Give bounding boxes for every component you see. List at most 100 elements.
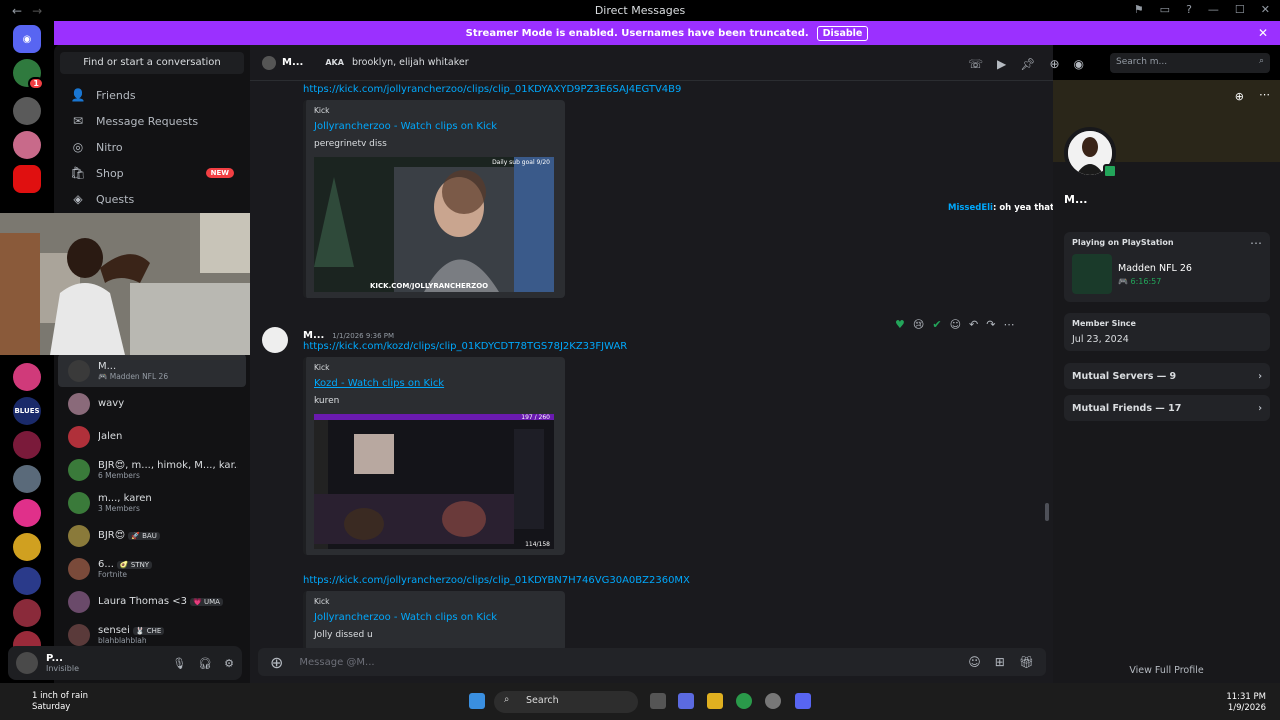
close-icon[interactable]: ✕ (1258, 26, 1268, 40)
help-icon[interactable]: ? (1186, 3, 1192, 16)
chrome-icon[interactable] (736, 693, 752, 709)
app-icon[interactable] (765, 693, 781, 709)
more-options-icon[interactable]: ⋯ (1259, 88, 1270, 101)
add-friend-icon[interactable]: ⊕ (1235, 90, 1244, 103)
close-window-icon[interactable]: ✕ (1261, 3, 1270, 16)
console-status-icon (1103, 164, 1117, 178)
forward-icon[interactable]: ↷ (986, 318, 995, 331)
user-profile-icon[interactable]: ◉ (1074, 57, 1084, 71)
mutual-servers-button[interactable]: Mutual Servers — 9 › (1064, 363, 1270, 389)
chat-header-name[interactable]: M... (282, 57, 303, 68)
embed-title[interactable]: Kozd - Watch clips on Kick (314, 378, 557, 389)
dm-item[interactable]: wavy (58, 387, 246, 420)
task-view-icon[interactable] (650, 693, 666, 709)
activity-label: Playing on PlayStation (1072, 238, 1174, 247)
embed-thumbnail[interactable]: Daily sub goal 9/20 KICK.COM/JOLLYRANCHE… (314, 157, 554, 292)
chat-scrollbar[interactable] (1045, 503, 1049, 521)
gear-icon[interactable]: ⚙ (224, 657, 234, 670)
more-options-icon[interactable]: ⋯ (1003, 318, 1014, 331)
pin-icon[interactable]: 📌︎ (1020, 57, 1035, 71)
server-icon[interactable] (13, 131, 41, 159)
video-call-icon[interactable]: ▶ (997, 57, 1006, 71)
monitor-icon[interactable]: ▭ (1160, 3, 1170, 16)
embed-title[interactable]: Jollyrancherzoo - Watch clips on Kick (314, 612, 557, 623)
message-link[interactable]: https://kick.com/kozd/clips/clip_01KDYCD… (303, 341, 803, 352)
sidebar-item-friends[interactable]: 👤 Friends (58, 82, 246, 108)
reply-icon[interactable]: ↶ (969, 318, 978, 331)
server-icon[interactable] (13, 499, 41, 527)
maximize-icon[interactable]: ☐ (1235, 3, 1245, 16)
crying-reaction-icon[interactable]: 😢 (913, 318, 924, 331)
embed-title[interactable]: Jollyrancherzoo - Watch clips on Kick (314, 121, 557, 132)
emoji-icon[interactable]: ☺ (968, 655, 981, 669)
message-input[interactable]: ⊕ Message @M... ☺ ⊞ 🎁︎ (258, 648, 1046, 676)
taskbar-search[interactable]: ⌕ Search (494, 691, 638, 713)
back-arrow-icon[interactable]: ← (12, 4, 22, 18)
add-reaction-icon[interactable]: ☺ (950, 318, 961, 331)
microphone-icon[interactable]: 🎙︎ (172, 657, 186, 670)
discord-taskbar-icon[interactable] (795, 693, 811, 709)
dm-activity-text: Madden NFL 26 (109, 371, 169, 381)
game-title: Madden NFL 26 (1118, 262, 1192, 274)
dm-item[interactable]: m..., karen 3 Members (58, 486, 246, 519)
message-link[interactable]: https://kick.com/jollyrancherzoo/clips/c… (303, 84, 681, 95)
inbox-flag-icon[interactable]: ⚑ (1134, 3, 1144, 16)
server-icon[interactable] (13, 165, 41, 193)
message-author[interactable]: M... (303, 330, 324, 341)
weather-widget[interactable]: 1 inch of rain Saturday (12, 691, 88, 713)
add-attachment-icon[interactable]: ⊕ (270, 653, 283, 672)
sidebar-item-quests[interactable]: ◈ Quests (58, 186, 246, 212)
sidebar-item-message-requests[interactable]: ✉ Message Requests (58, 108, 246, 134)
dm-item[interactable]: 6... 🥑 STNY Fortnite (58, 552, 246, 585)
server-icon[interactable] (13, 431, 41, 459)
more-options-icon[interactable]: ⋯ (1250, 236, 1262, 250)
file-explorer-icon[interactable] (707, 693, 723, 709)
message-link[interactable]: https://kick.com/jollyrancherzoo/clips/c… (303, 575, 690, 586)
windows-start-icon[interactable] (469, 693, 485, 709)
discord-home-icon[interactable]: ◉ (13, 25, 41, 53)
sidebar-item-nitro[interactable]: ◎ Nitro (58, 134, 246, 160)
dm-list: M... 🎮 Madden NFL 26 wavy Jalen BJR😍, m.… (54, 354, 250, 651)
server-icon[interactable] (13, 465, 41, 493)
sidebar-item-label: Quests (96, 192, 135, 206)
chat-area: M... AKA brooklyn, elijah whitaker https… (250, 45, 1176, 683)
add-friends-icon[interactable]: ⊕ (1049, 57, 1059, 71)
sidebar-item-shop[interactable]: 🛍 Shop NEW (58, 160, 246, 186)
apps-icon[interactable]: ⊞ (995, 655, 1005, 669)
minimize-icon[interactable]: — (1208, 3, 1219, 16)
user-avatar[interactable] (16, 652, 38, 674)
check-reaction-icon[interactable]: ✔ (932, 318, 941, 331)
find-conversation-button[interactable]: Find or start a conversation (60, 52, 244, 74)
heart-reaction-icon[interactable]: ♥ (895, 318, 905, 331)
banner-text: Streamer Mode is enabled. Usernames have… (465, 27, 809, 39)
server-icon[interactable] (13, 599, 41, 627)
embed-thumbnail[interactable]: 197 / 260 114/158 (314, 414, 554, 549)
dm-item[interactable]: BJR😍, m..., himok, M..., kar... 6 Member… (58, 453, 246, 486)
avatar[interactable] (262, 327, 288, 353)
mutual-friends-button[interactable]: Mutual Friends — 17 › (1064, 395, 1270, 421)
server-icon[interactable] (13, 567, 41, 595)
server-icon[interactable] (13, 363, 41, 391)
server-icon[interactable] (13, 97, 41, 125)
thumbnail-caption: Daily sub goal 9/20 (492, 159, 550, 166)
server-icon[interactable]: 1 (13, 59, 44, 90)
view-full-profile-link[interactable]: View Full Profile (1053, 665, 1280, 676)
dm-item[interactable]: Jalen (58, 420, 246, 453)
dm-item[interactable]: Laura Thomas <3 💗 UMA (58, 585, 246, 618)
dm-item[interactable]: BJR😍 🚀 BAU (58, 519, 246, 552)
system-clock[interactable]: 11:31 PM 1/9/2026 (1226, 692, 1266, 714)
dm-activity: Fortnite (98, 569, 128, 579)
link-embed: Kick Jollyrancherzoo - Watch clips on Ki… (303, 100, 565, 298)
phone-icon[interactable]: ☏ (968, 57, 983, 71)
server-icon[interactable] (13, 533, 41, 561)
server-icon[interactable]: BLUES (13, 397, 41, 425)
dm-name: BJR😍 🚀 BAU (98, 530, 160, 541)
dm-sidebar: Find or start a conversation 👤 Friends ✉… (54, 44, 250, 683)
gift-icon[interactable]: 🎁︎ (1019, 655, 1034, 669)
disable-streamer-mode-button[interactable]: Disable (816, 25, 869, 41)
forward-arrow-icon[interactable]: → (32, 4, 42, 18)
search-input[interactable]: Search m... ⌕ (1110, 53, 1270, 73)
dm-item[interactable]: M... 🎮 Madden NFL 26 (58, 354, 246, 387)
headphones-icon[interactable]: 🎧︎ (198, 657, 212, 670)
copilot-icon[interactable] (678, 693, 694, 709)
